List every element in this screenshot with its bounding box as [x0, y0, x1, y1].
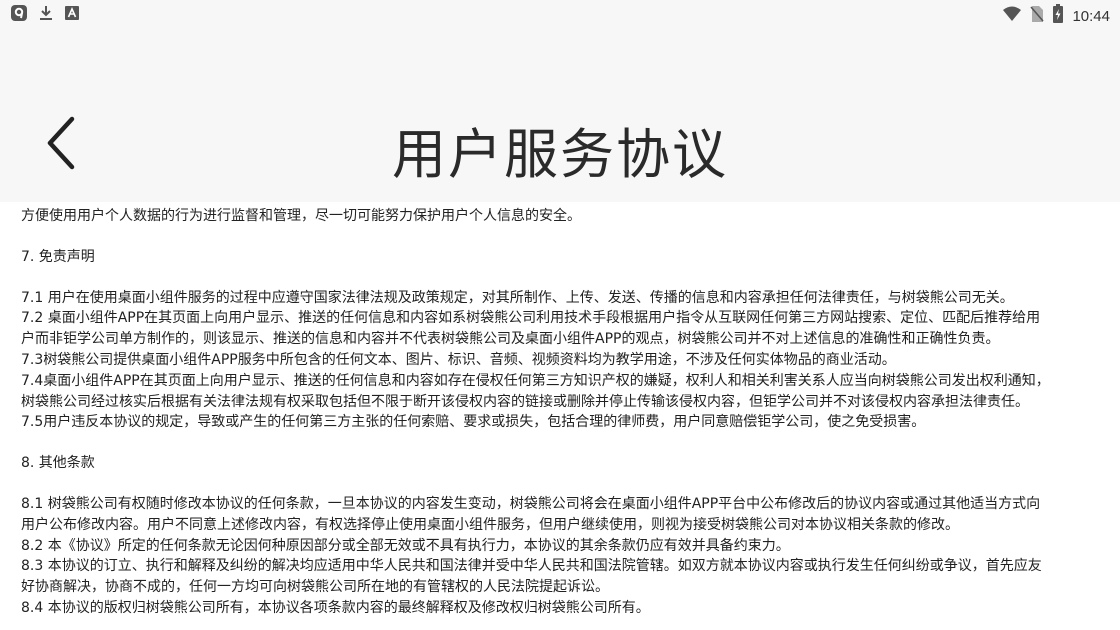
status-bar-right: 10:44 — [1002, 4, 1110, 28]
agreement-content: 方便使用用户个人数据的行为进行监督和管理，尽一切可能努力保护用户个人信息的安全。… — [21, 206, 1101, 619]
no-sim-icon — [1030, 5, 1045, 27]
content-line: 7.5用户违反本协议的规定，导致或产生的任何第三方主张的任何索赔、要求或损失，包… — [21, 414, 926, 431]
app-notification-icon — [10, 4, 28, 26]
section-heading-disclaimer: 7. 免责声明 — [21, 248, 95, 265]
content-line: 7.3树袋熊公司提供桌面小组件APP服务中所包含的任何文本、图片、标识、音频、视… — [21, 351, 896, 368]
content-line: 方便使用用户个人数据的行为进行监督和管理，尽一切可能努力保护用户个人信息的安全。 — [21, 208, 581, 224]
section-heading-other-terms: 8. 其他条款 — [21, 455, 95, 472]
content-line: 8.3 本协议的订立、执行和解释及纠纷的解决均应适用中华人民共和国法律并受中华人… — [21, 558, 1042, 575]
app-header: 用户服务协议 — [0, 28, 1120, 202]
page-title: 用户服务协议 — [392, 123, 728, 186]
content-line: 树袋熊公司经过核实后根据有关法律法规有权采取包括但不限于断开该侵权内容的链接或删… — [21, 393, 1029, 410]
content-line: 8.1 树袋熊公司有权随时修改本协议的任何条款，一旦本协议的内容发生变动，树袋熊… — [21, 495, 1041, 512]
download-icon — [38, 4, 54, 26]
content-line: 7.1 用户在使用桌面小组件服务的过程中应遵守国家法律法规及政策规定，对其所制作… — [21, 289, 1014, 306]
content-line: 7.2 桌面小组件APP在其页面上向用户显示、推送的任何信息和内容如系树袋熊公司… — [21, 310, 1041, 327]
battery-charging-icon — [1052, 4, 1064, 28]
content-line: 户而非钜学公司单方制作的，则该显示、推送的信息和内容并不代表树袋熊公司及桌面小组… — [21, 331, 1000, 348]
status-time: 10:44 — [1072, 7, 1110, 25]
content-line: 好协商解决，协商不成的，任何一方均可向树袋熊公司所在地的有管辖权的人民法院提起诉… — [21, 579, 609, 596]
keyboard-icon — [64, 5, 80, 25]
wifi-icon — [1002, 6, 1022, 26]
content-line: 8.4 本协议的版权归树袋熊公司所有，本协议各项条款内容的最终解释权及修改权归树… — [21, 599, 650, 616]
content-line: 用户公布修改内容。用户不同意上述修改内容，有权选择停止使用桌面小组件服务，但用户… — [21, 516, 959, 533]
content-line: 7.4桌面小组件APP在其页面上向用户显示、推送的任何信息和内容如存在侵权任何第… — [21, 372, 1050, 389]
content-line: 8.2 本《协议》所定的任何条款无论因何种原因部分或全部无效或不具有执行力，本协… — [21, 537, 790, 554]
status-bar: 10:44 — [0, 0, 1120, 28]
status-bar-left — [10, 4, 80, 26]
